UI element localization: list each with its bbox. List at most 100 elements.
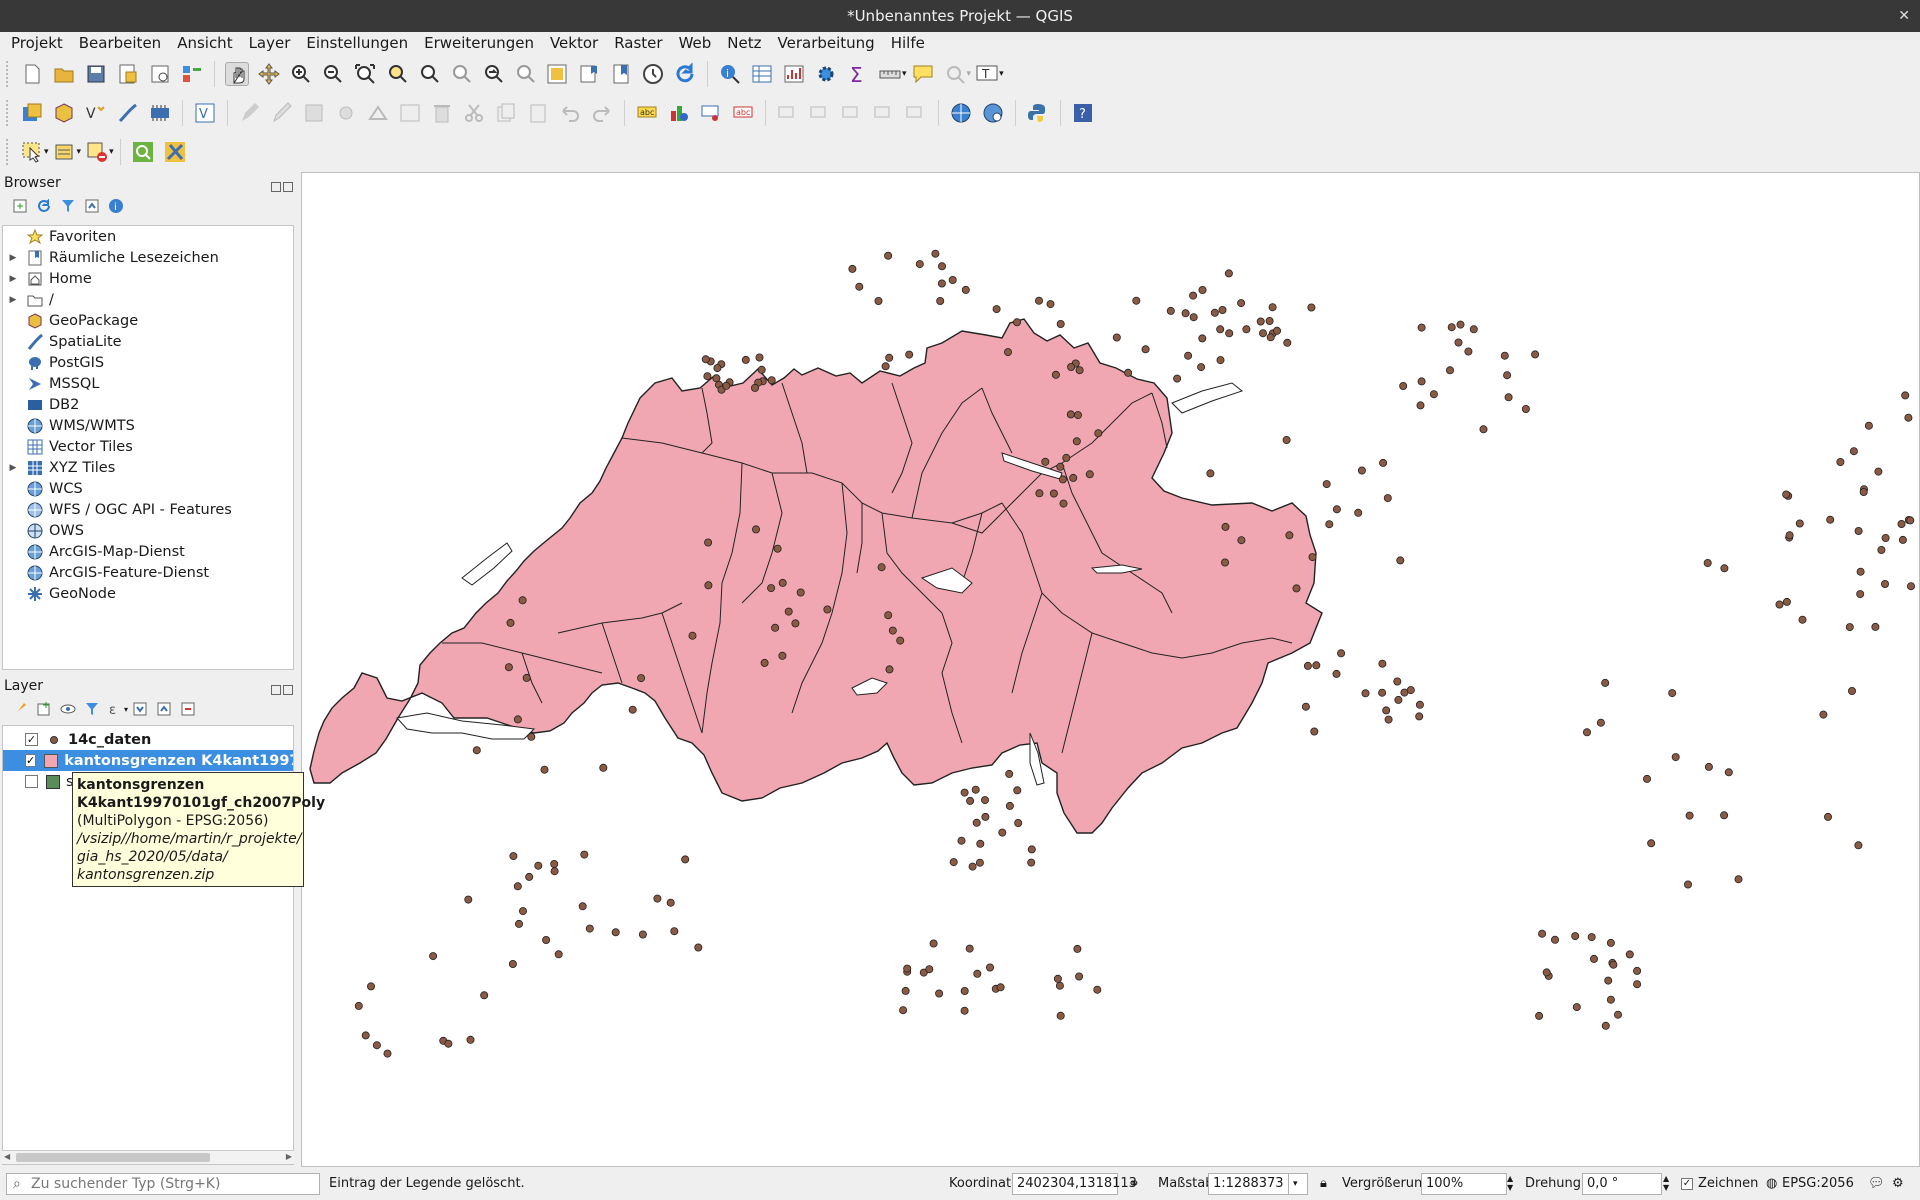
label-toolbar-icon[interactable]: abc — [635, 101, 659, 125]
attribute-table-icon[interactable] — [750, 62, 774, 86]
show-hide-labels-icon[interactable]: abc — [731, 101, 755, 125]
scrollbar-thumb[interactable] — [16, 1153, 210, 1162]
browser-item-geopackage[interactable]: GeoPackage — [3, 310, 293, 331]
menu-vektor[interactable]: Vektor — [542, 32, 606, 55]
zoom-last-icon[interactable] — [481, 62, 505, 86]
save-edits-icon[interactable] — [302, 101, 326, 125]
new-memory-layer-icon[interactable] — [148, 101, 172, 125]
zoom-next-icon[interactable] — [513, 62, 537, 86]
layer-visibility-checkbox[interactable] — [25, 775, 38, 788]
measure-icon[interactable] — [878, 62, 902, 86]
lock-scale-icon[interactable]: 🔒︎ — [1320, 1176, 1327, 1191]
browser-item-wms[interactable]: WMS/WMTS — [3, 415, 293, 436]
browser-item-root[interactable]: ▶ / — [3, 289, 293, 310]
refresh-icon[interactable] — [36, 198, 52, 214]
close-panel-icon[interactable] — [283, 182, 293, 192]
menu-hilfe[interactable]: Hilfe — [883, 32, 933, 55]
toolbar-grip[interactable] — [6, 61, 10, 87]
close-window-button[interactable]: ✕ — [1898, 0, 1910, 32]
sum-icon[interactable]: Σ — [846, 62, 870, 87]
crs-globe-icon[interactable]: ◍ — [1766, 1176, 1777, 1191]
pan-map-icon[interactable] — [225, 62, 249, 86]
map-canvas[interactable] — [301, 172, 1920, 1167]
layout-manager-icon[interactable] — [148, 62, 172, 86]
browser-item-vector-tiles[interactable]: Vector Tiles — [3, 436, 293, 457]
toggle-extents-icon[interactable]: ⚭ — [1128, 1176, 1140, 1192]
python-console-icon[interactable] — [1026, 101, 1050, 125]
locator-icon[interactable] — [943, 62, 967, 86]
browser-item-geonode[interactable]: GeoNode — [3, 583, 293, 604]
new-project-icon[interactable] — [20, 62, 44, 86]
filter-legend-icon[interactable] — [84, 701, 100, 717]
new-shapefile-icon[interactable]: V — [84, 101, 108, 125]
scroll-left-icon[interactable]: ◀ — [4, 1152, 10, 1161]
move-label-icon[interactable] — [776, 101, 800, 125]
coordinate-field[interactable]: 2402304,1318113 — [1012, 1173, 1137, 1195]
new-geopackage-icon[interactable] — [52, 101, 76, 125]
change-label-icon[interactable] — [840, 101, 864, 125]
filter-expression-icon[interactable]: ε — [108, 701, 124, 718]
menu-web[interactable]: Web — [671, 32, 720, 55]
menu-raster[interactable]: Raster — [606, 32, 670, 55]
cut-features-icon[interactable] — [462, 101, 486, 125]
filter-icon[interactable] — [60, 198, 76, 214]
rotate-label-icon[interactable] — [808, 101, 832, 125]
manage-visibility-icon[interactable] — [60, 701, 76, 717]
add-group-icon[interactable] — [36, 701, 52, 717]
label-properties-icon[interactable] — [904, 101, 928, 125]
messages-icon[interactable]: 💬︎ — [1868, 1176, 1885, 1191]
collapse-all-icon[interactable] — [84, 198, 100, 214]
browser-item-xyz-tiles[interactable]: ▶ XYZ Tiles — [3, 457, 293, 478]
filter-dropdown-icon[interactable]: ▾ — [124, 705, 128, 714]
rotation-field[interactable]: 0,0 ° — [1582, 1173, 1662, 1195]
menu-projekt[interactable]: Projekt — [3, 32, 71, 55]
browser-item-postgis[interactable]: PostGIS — [3, 352, 293, 373]
remove-layer-icon[interactable] — [180, 701, 196, 717]
modify-attributes-icon[interactable] — [398, 101, 422, 125]
browser-item-arcgis-map[interactable]: ArcGIS-Map-Dienst — [3, 541, 293, 562]
layer-visibility-checkbox[interactable]: ✓ — [25, 733, 38, 746]
zoom-to-selection-icon[interactable] — [385, 62, 409, 86]
select-features-icon[interactable] — [20, 140, 44, 164]
browser-item-wcs[interactable]: WCS — [3, 478, 293, 499]
zoom-in-icon[interactable] — [289, 62, 313, 86]
browser-item-mssql[interactable]: MSSQL — [3, 373, 293, 394]
zoom-out-icon[interactable] — [321, 62, 345, 86]
browser-item-ows[interactable]: OWS — [3, 520, 293, 541]
rotation-spin-icon[interactable]: ▲ ▼ — [1663, 1174, 1669, 1192]
new-spatialite-icon[interactable] — [116, 101, 140, 125]
select-by-value-dropdown-icon[interactable]: ▾ — [77, 147, 82, 157]
magnifier-spin-icon[interactable]: ▲ ▼ — [1507, 1174, 1513, 1192]
text-annotation-icon[interactable]: T — [975, 62, 999, 86]
map-tips-icon[interactable] — [911, 62, 935, 86]
locate-search-icon[interactable] — [131, 140, 155, 164]
menu-ansicht[interactable]: Ansicht — [169, 32, 240, 55]
undo-icon[interactable] — [558, 101, 582, 125]
plugin-tool-icon[interactable] — [163, 140, 187, 164]
locator-dropdown-icon[interactable]: ▾ — [967, 69, 972, 79]
browser-item-arcgis-feature[interactable]: ArcGIS-Feature-Dienst — [3, 562, 293, 583]
toolbox-gear-icon[interactable] — [814, 62, 838, 86]
expand-all-icon[interactable] — [132, 701, 148, 717]
temporal-clock-icon[interactable] — [641, 62, 665, 86]
layer-item-kantonsgrenzen[interactable]: ✓ kantonsgrenzen K4kant19970101gf_ch2007… — [3, 750, 293, 771]
deselect-dropdown-icon[interactable]: ▾ — [109, 147, 114, 157]
zoom-to-layer-icon[interactable] — [417, 62, 441, 86]
expand-arrow-icon[interactable]: ▶ — [7, 295, 19, 305]
float-panel-icon[interactable] — [271, 182, 281, 192]
pan-to-selection-icon[interactable] — [257, 62, 281, 86]
info-icon[interactable]: i — [108, 198, 124, 214]
collapse-all-icon[interactable] — [156, 701, 172, 717]
current-edits-icon[interactable] — [238, 101, 262, 125]
diagram-icon[interactable] — [667, 101, 691, 125]
add-selected-layer-icon[interactable] — [12, 198, 28, 214]
render-checkbox[interactable]: ✓ — [1681, 1178, 1693, 1190]
new-3d-view-icon[interactable] — [577, 62, 601, 86]
expand-arrow-icon[interactable]: ▶ — [7, 463, 19, 473]
paste-features-icon[interactable] — [526, 101, 550, 125]
new-virtual-layer-icon[interactable]: V — [193, 101, 217, 125]
copy-features-icon[interactable] — [494, 101, 518, 125]
menu-einstellungen[interactable]: Einstellungen — [298, 32, 416, 55]
expand-arrow-icon[interactable]: ▶ — [7, 274, 19, 284]
locator-search-input[interactable]: ⌕ Zu suchender Typ (Strg+K) — [6, 1173, 320, 1195]
